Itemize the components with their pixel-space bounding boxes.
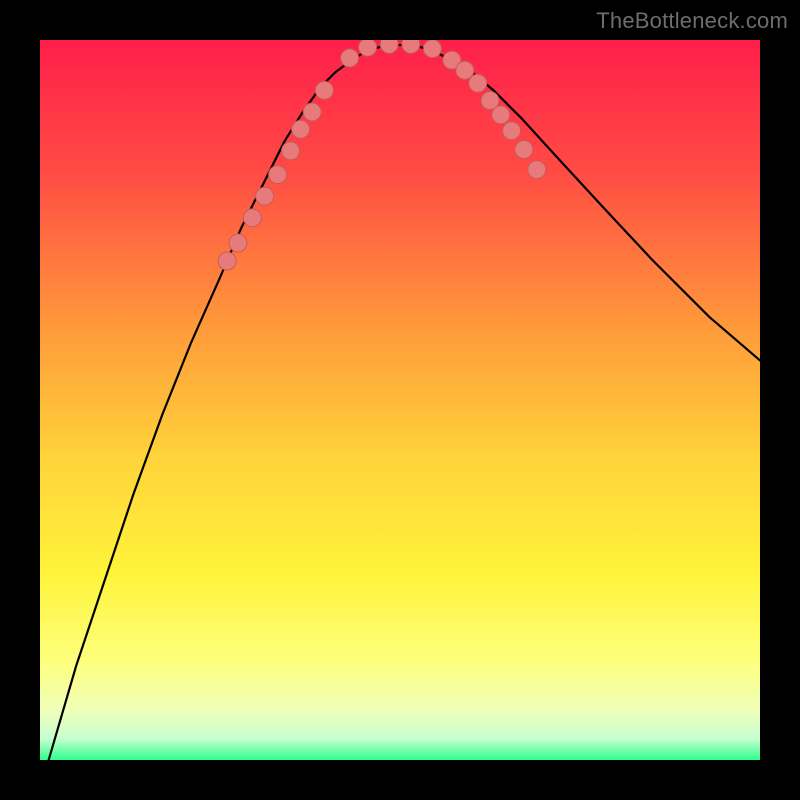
- chart-marker: [292, 120, 310, 138]
- chart-marker: [380, 40, 398, 53]
- chart-marker: [243, 209, 261, 227]
- chart-marker: [303, 103, 321, 121]
- chart-marker: [423, 40, 441, 58]
- chart-marker: [229, 234, 247, 252]
- watermark-text: TheBottleneck.com: [596, 8, 788, 34]
- chart-marker: [469, 74, 487, 92]
- chart-marker: [256, 187, 274, 205]
- chart-marker: [269, 166, 287, 184]
- chart-marker: [528, 161, 546, 179]
- chart-marker: [341, 49, 359, 67]
- chart-marker: [282, 142, 300, 160]
- chart-plot-area: [40, 40, 760, 760]
- chart-marker: [359, 40, 377, 56]
- chart-marker: [503, 122, 521, 140]
- chart-marker: [492, 106, 510, 124]
- chart-marker: [315, 81, 333, 99]
- chart-frame: TheBottleneck.com: [0, 0, 800, 800]
- chart-marker: [515, 140, 533, 158]
- chart-marker: [402, 40, 420, 53]
- chart-marker: [218, 252, 236, 270]
- chart-background: [40, 40, 760, 760]
